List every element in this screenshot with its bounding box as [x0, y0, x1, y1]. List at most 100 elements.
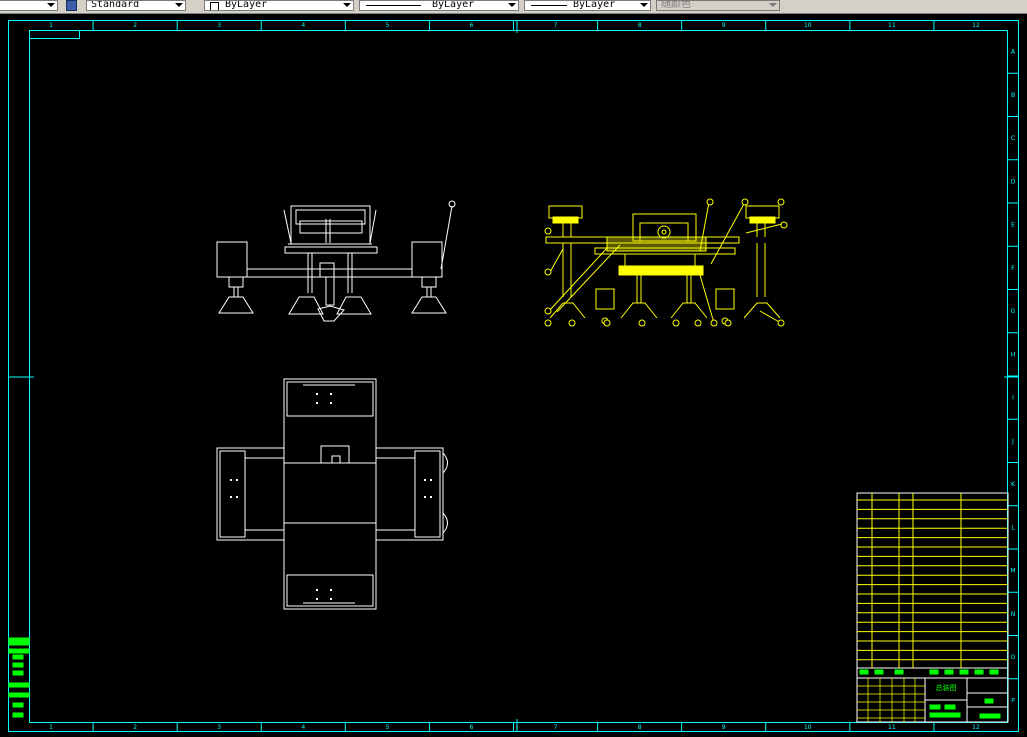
part-balloon	[780, 221, 788, 229]
hole-mark	[430, 479, 432, 481]
column-label-top: 1	[49, 22, 53, 29]
chevron-down-icon	[640, 3, 648, 7]
hole-mark	[316, 393, 318, 395]
color-swatch-icon	[210, 2, 219, 10]
column-label-bottom: 4	[301, 724, 305, 731]
part-balloon	[724, 319, 732, 327]
row-label: P	[1011, 697, 1015, 704]
hole-mark	[330, 393, 332, 395]
drawing-border	[8, 20, 1019, 732]
hole-mark	[424, 496, 426, 498]
chevron-down-icon	[47, 3, 55, 7]
column-label-top: 12	[972, 22, 980, 29]
hole-mark	[330, 402, 332, 404]
revision-table	[8, 637, 30, 718]
hole-mark	[316, 402, 318, 404]
row-label: F	[1011, 265, 1015, 272]
color-dropdown[interactable]: ByLayer	[204, 0, 354, 11]
part-balloon	[603, 319, 611, 327]
column-label-top: 7	[554, 22, 558, 29]
text-style-dropdown[interactable]: Standard	[86, 0, 186, 11]
side-view	[545, 201, 783, 325]
column-label-top: 10	[804, 22, 812, 29]
row-label: K	[1011, 481, 1016, 488]
row-label: C	[1011, 135, 1015, 142]
top-view-hole-marks	[230, 393, 432, 600]
front-view	[216, 200, 456, 322]
hole-mark	[236, 479, 238, 481]
hole-mark	[330, 589, 332, 591]
column-label-bottom: 9	[722, 724, 726, 731]
column-label-bottom: 5	[385, 724, 389, 731]
parts-list-grid	[857, 493, 1008, 668]
row-label: J	[1011, 438, 1014, 445]
hole-mark	[330, 598, 332, 600]
part-balloon	[638, 319, 646, 327]
column-label-bottom: 11	[888, 724, 896, 731]
linetype-sample	[366, 5, 421, 6]
text-style-icon[interactable]	[66, 0, 77, 11]
part-balloon	[694, 319, 702, 327]
hole-mark	[316, 589, 318, 591]
chevron-down-icon	[175, 3, 183, 7]
column-label-bottom: 12	[972, 724, 980, 731]
row-labels: A B C D E F G H I J K L M N O P	[1008, 49, 1018, 704]
row-label: A	[1011, 49, 1016, 56]
title-block-cells	[857, 678, 925, 722]
row-label: H	[1011, 351, 1016, 358]
part-balloon	[777, 319, 785, 327]
column-label-top: 9	[722, 22, 726, 29]
hole-mark	[230, 479, 232, 481]
column-label-top: 2	[133, 22, 137, 29]
linetype-value: ByLayer	[432, 0, 475, 10]
column-label-top: 3	[217, 22, 221, 29]
hole-mark	[424, 479, 426, 481]
column-label-top: 5	[385, 22, 389, 29]
row-label: G	[1011, 308, 1016, 315]
hole-mark	[430, 496, 432, 498]
plotstyle-value: 随颜色	[661, 0, 691, 10]
plotstyle-dropdown[interactable]: 随颜色	[656, 0, 780, 11]
column-label-bottom: 2	[133, 724, 137, 731]
column-label-top: 11	[888, 22, 896, 29]
part-balloon	[568, 319, 576, 327]
hole-mark	[230, 496, 232, 498]
part-balloon	[544, 319, 552, 327]
part-balloon	[544, 307, 552, 315]
text-style-value: Standard	[91, 0, 140, 10]
row-label: L	[1011, 524, 1015, 531]
part-balloon	[741, 198, 749, 206]
color-value: ByLayer	[225, 0, 268, 10]
column-labels-bottom: 1 2 3 4 5 6 7 8 9 10 11 12	[49, 724, 980, 731]
column-label-top: 6	[470, 22, 474, 29]
properties-toolbar: Standard ByLayer ByLayer ByLayer 随颜色	[0, 0, 1027, 14]
part-balloon	[710, 319, 718, 327]
chevron-down-icon	[343, 3, 351, 7]
row-label: I	[1012, 395, 1014, 402]
drawing-canvas[interactable]: 1 2 3 4 5 6 7 8 9 10 11 12 1 2 3 4 5 6 7 8 9 10 11 12 ABCDEFGH…	[0, 13, 1027, 737]
row-label: N	[1011, 611, 1016, 618]
column-labels-top: 1 2 3 4 5 6 7 8 9 10 11 12	[49, 22, 980, 29]
column-label-bottom: 3	[217, 724, 221, 731]
column-label-bottom: 6	[470, 724, 474, 731]
column-label-top: 8	[638, 22, 642, 29]
column-label-bottom: 7	[554, 724, 558, 731]
top-view	[216, 378, 448, 610]
lineweight-dropdown[interactable]: ByLayer	[524, 0, 651, 11]
column-label-top: 4	[301, 22, 305, 29]
part-balloon	[706, 198, 714, 206]
chevron-down-icon	[508, 3, 516, 7]
row-label: M	[1010, 568, 1015, 575]
column-label-bottom: 8	[638, 724, 642, 731]
hole-mark	[236, 496, 238, 498]
part-balloon	[777, 198, 785, 206]
hole-mark	[316, 598, 318, 600]
layer-dropdown[interactable]	[0, 0, 58, 11]
lineweight-value: ByLayer	[573, 0, 616, 10]
column-label-bottom: 1	[49, 724, 53, 731]
linetype-dropdown[interactable]: ByLayer	[359, 0, 519, 11]
part-balloon	[544, 227, 552, 235]
lineweight-sample	[531, 5, 567, 6]
row-label: B	[1011, 92, 1015, 99]
row-label: O	[1011, 654, 1016, 661]
